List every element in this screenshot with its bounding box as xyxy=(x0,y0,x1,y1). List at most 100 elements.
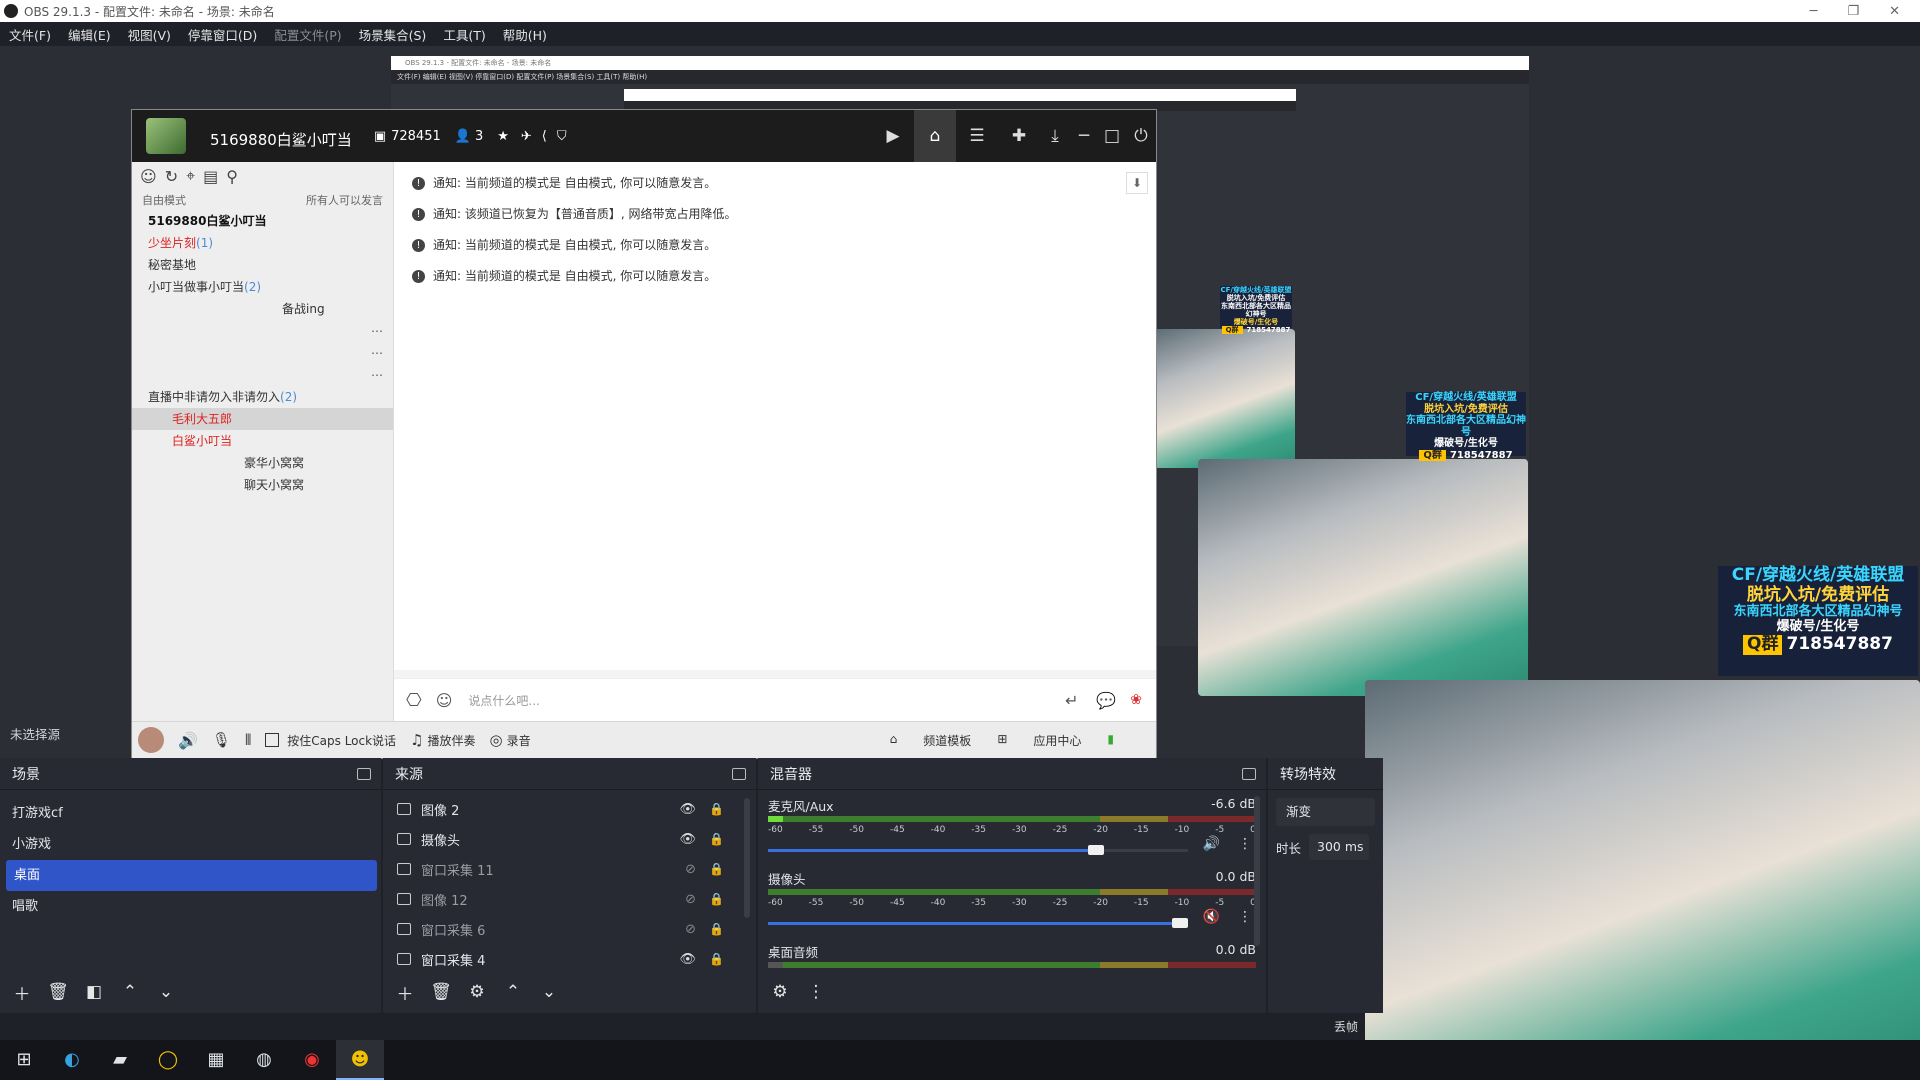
obs-icon[interactable]: ◍ xyxy=(240,1040,288,1080)
tree-item[interactable]: ⋯ xyxy=(132,342,393,364)
search-icon[interactable]: ⚲ xyxy=(226,167,238,186)
edge-browser-icon[interactable]: ◐ xyxy=(48,1040,96,1080)
apps-label[interactable]: 应用中心 xyxy=(1033,732,1081,749)
explorer-icon[interactable]: ▦ xyxy=(192,1040,240,1080)
tree-user-item[interactable]: 白鲨小叮当 xyxy=(132,430,393,452)
refresh-icon[interactable]: ↻ xyxy=(165,167,178,186)
menu-view[interactable]: 视图(V) xyxy=(128,25,171,44)
minimize-icon[interactable]: ─ xyxy=(1810,4,1818,19)
add-icon[interactable]: ＋ xyxy=(10,980,34,1005)
record-label[interactable]: 录音 xyxy=(507,732,531,749)
star-icon[interactable]: ★ xyxy=(497,129,509,144)
mode-dropdown[interactable]: 自由模式 xyxy=(142,192,186,208)
scroll-down-button[interactable]: ⬇ xyxy=(1126,172,1148,194)
gamepad-icon[interactable]: ✚ xyxy=(998,126,1040,146)
tree-item[interactable]: 聊天小窝窝 xyxy=(132,474,393,496)
music-icon[interactable]: ♫ xyxy=(410,731,423,749)
add-icon[interactable]: ＋ xyxy=(393,980,417,1005)
lock-icon[interactable]: 🔒 xyxy=(709,802,724,816)
kebab-menu-icon[interactable]: ⋮ xyxy=(1238,836,1252,852)
gift-icon[interactable]: ❀ xyxy=(1130,692,1142,708)
eye-hidden-icon[interactable]: ⊘ xyxy=(685,892,696,907)
tree-item[interactable]: 直播中非请勿入非请勿入(2) xyxy=(132,386,393,408)
source-item[interactable]: 图像 2 👁 🔒 xyxy=(383,794,756,824)
share-icon[interactable]: ⟨ xyxy=(542,129,547,144)
caps-checkbox[interactable] xyxy=(265,733,280,747)
menu-profile[interactable]: 配置文件(P) xyxy=(274,25,341,44)
chevron-down-icon[interactable]: ⌄ xyxy=(537,982,561,1002)
eye-icon[interactable]: 👁 xyxy=(679,802,696,817)
close-icon[interactable]: ✕ xyxy=(1889,4,1900,19)
gamepad-icon[interactable]: ⎔ xyxy=(406,690,422,711)
mixer-scrollbar[interactable] xyxy=(1254,796,1260,946)
undock-icon[interactable] xyxy=(357,767,371,780)
yy-app-icon[interactable]: ☻ xyxy=(336,1040,384,1080)
tree-item[interactable]: 5169880白鲨小叮当 xyxy=(132,210,393,232)
source-item[interactable]: 摄像头 👁 🔒 xyxy=(383,824,756,854)
tree-item[interactable]: ⋯ xyxy=(132,320,393,342)
lock-icon[interactable]: 🔒 xyxy=(709,892,724,906)
source-item[interactable]: 窗口采集 11 ⊘ 🔒 xyxy=(383,854,756,884)
music-app-icon[interactable]: ◉ xyxy=(288,1040,336,1080)
undock-icon[interactable] xyxy=(732,767,746,780)
notes-icon[interactable]: ▤ xyxy=(203,167,218,186)
kebab-menu-icon[interactable]: ⋮ xyxy=(804,982,828,1002)
source-item[interactable]: 窗口采集 4 👁 🔒 xyxy=(383,944,756,974)
more-icon[interactable]: ⋯ xyxy=(371,320,383,342)
source-item[interactable]: 窗口采集 6 ⊘ 🔒 xyxy=(383,914,756,944)
equalizer-icon[interactable]: ⫴ xyxy=(245,731,251,749)
gear-icon[interactable]: ⚙ xyxy=(465,982,489,1002)
more-icon[interactable]: ⋯ xyxy=(371,364,383,386)
lock-icon[interactable]: 🔒 xyxy=(709,922,724,936)
apps-icon[interactable]: ⊞ xyxy=(997,732,1007,749)
template-label[interactable]: 频道模板 xyxy=(923,732,971,749)
scene-item[interactable]: 小游戏 xyxy=(0,829,381,860)
maximize-icon[interactable]: □ xyxy=(1098,126,1126,146)
obs-taskbar-icon[interactable]: ▰ xyxy=(96,1040,144,1080)
power-icon[interactable]: ⏻ xyxy=(1126,126,1156,146)
tree-item[interactable]: 秘密基地 xyxy=(132,254,393,276)
menu-edit[interactable]: 编辑(E) xyxy=(68,25,111,44)
undock-icon[interactable] xyxy=(1242,767,1256,780)
menu-file[interactable]: 文件(F) xyxy=(9,25,51,44)
music-label[interactable]: 播放伴奏 xyxy=(428,732,476,749)
filter-icon[interactable]: ◧ xyxy=(82,982,106,1002)
avatar[interactable] xyxy=(138,727,164,753)
tree-item[interactable]: 小叮当做事小叮当(2) xyxy=(132,276,393,298)
lock-icon[interactable]: 🔒 xyxy=(709,862,724,876)
mic-icon[interactable]: 🎙 xyxy=(212,731,231,749)
channel-avatar[interactable] xyxy=(146,118,186,154)
volume-slider[interactable] xyxy=(768,914,1188,932)
windows-start-icon[interactable]: ⊞ xyxy=(0,1040,48,1080)
scene-item[interactable]: 唱歌 xyxy=(0,891,381,922)
eye-hidden-icon[interactable]: ⊘ xyxy=(685,862,696,877)
enter-icon[interactable]: ↵ xyxy=(1065,691,1078,710)
shield-icon[interactable]: ⛉ xyxy=(557,129,567,144)
plane-icon[interactable]: ✈ xyxy=(521,129,532,144)
eye-icon[interactable]: 👁 xyxy=(679,832,696,847)
bubble-icon[interactable]: 💬 xyxy=(1096,691,1116,710)
duration-input[interactable]: 300 ms xyxy=(1309,834,1370,860)
volume-slider[interactable] xyxy=(768,841,1188,859)
advanced-audio-gear-icon[interactable]: ⚙ xyxy=(768,982,792,1002)
tree-item[interactable]: 豪华小窝窝 xyxy=(132,452,393,474)
trash-icon[interactable]: 🗑 xyxy=(429,982,453,1002)
menu-help[interactable]: 帮助(H) xyxy=(503,25,547,44)
location-icon[interactable]: ⌖ xyxy=(186,166,195,186)
chat-input[interactable]: 说点什么吧... xyxy=(468,692,539,709)
more-icon[interactable]: ⋯ xyxy=(371,342,383,364)
scene-item-active[interactable]: 桌面 xyxy=(6,860,377,891)
record-icon[interactable]: ◎ xyxy=(490,731,503,749)
menu-tools[interactable]: 工具(T) xyxy=(443,25,485,44)
sources-scrollbar[interactable] xyxy=(744,798,750,918)
template-icon[interactable]: ⌂ xyxy=(890,732,898,749)
kebab-menu-icon[interactable]: ⋮ xyxy=(1238,909,1252,925)
trash-icon[interactable]: 🗑 xyxy=(46,982,70,1002)
ring-app-icon[interactable]: ◯ xyxy=(144,1040,192,1080)
eye-hidden-icon[interactable]: ⊘ xyxy=(685,922,696,937)
emoji-icon[interactable]: ☺ xyxy=(436,691,453,710)
tree-item[interactable]: ⋯ xyxy=(132,364,393,386)
chevron-down-icon[interactable]: ⌄ xyxy=(154,982,178,1002)
lock-icon[interactable]: 🔒 xyxy=(709,832,724,846)
speaker-icon[interactable]: 🔊 xyxy=(1203,836,1220,852)
